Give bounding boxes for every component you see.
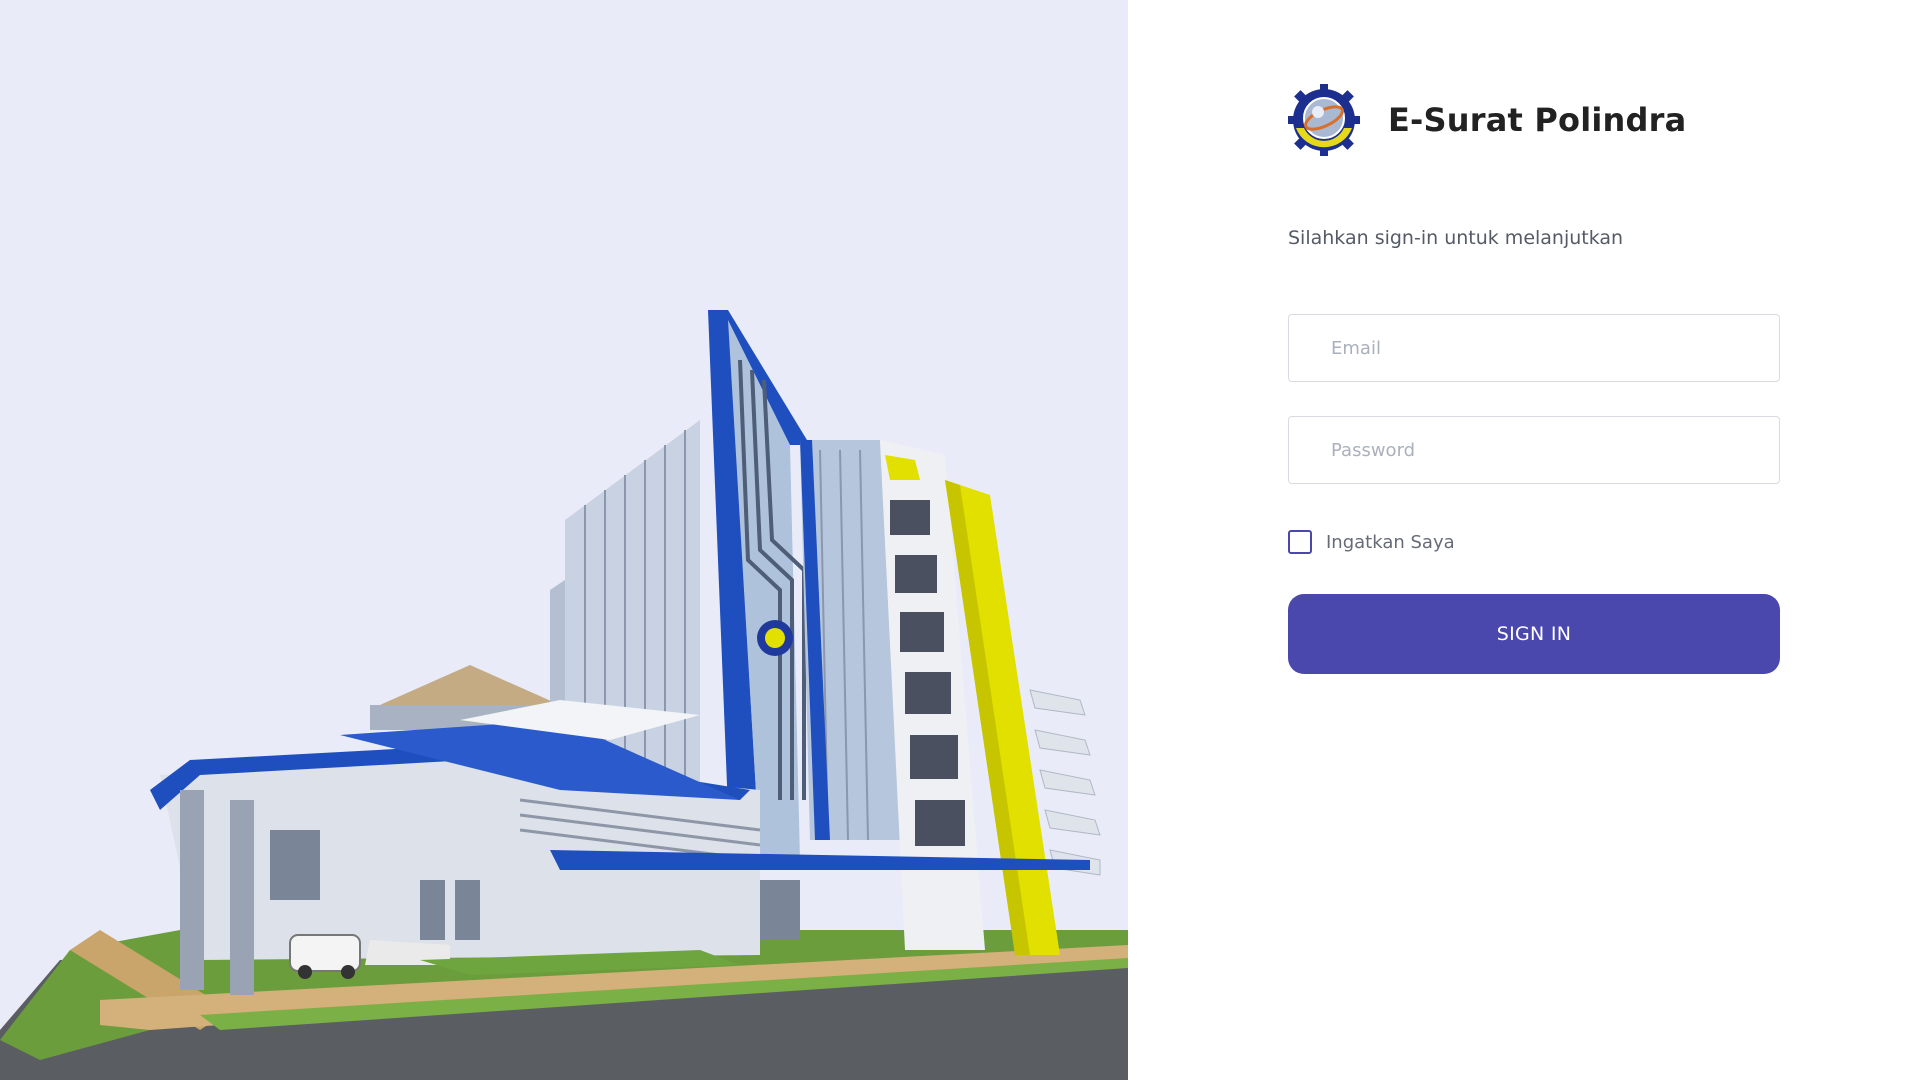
email-input[interactable]: [1288, 314, 1780, 382]
app-title: E-Surat Polindra: [1388, 101, 1687, 139]
password-input[interactable]: [1288, 416, 1780, 484]
sign-in-button[interactable]: SIGN IN: [1288, 594, 1780, 674]
remember-me-checkbox[interactable]: [1288, 530, 1312, 554]
signin-subtitle: Silahkan sign-in untuk melanjutkan: [1288, 227, 1624, 249]
polindra-logo-icon: [1288, 84, 1360, 156]
remember-me-label: Ingatkan Saya: [1326, 531, 1455, 553]
hero-illustration: [0, 0, 1128, 1080]
login-page: E-Surat Polindra Silahkan sign-in untuk …: [0, 0, 1920, 1080]
brand-header: E-Surat Polindra: [1288, 84, 1686, 156]
remember-me-option[interactable]: Ingatkan Saya: [1288, 530, 1455, 554]
login-panel: E-Surat Polindra Silahkan sign-in untuk …: [1128, 0, 1920, 1080]
campus-building-illustration: [0, 0, 1128, 1080]
